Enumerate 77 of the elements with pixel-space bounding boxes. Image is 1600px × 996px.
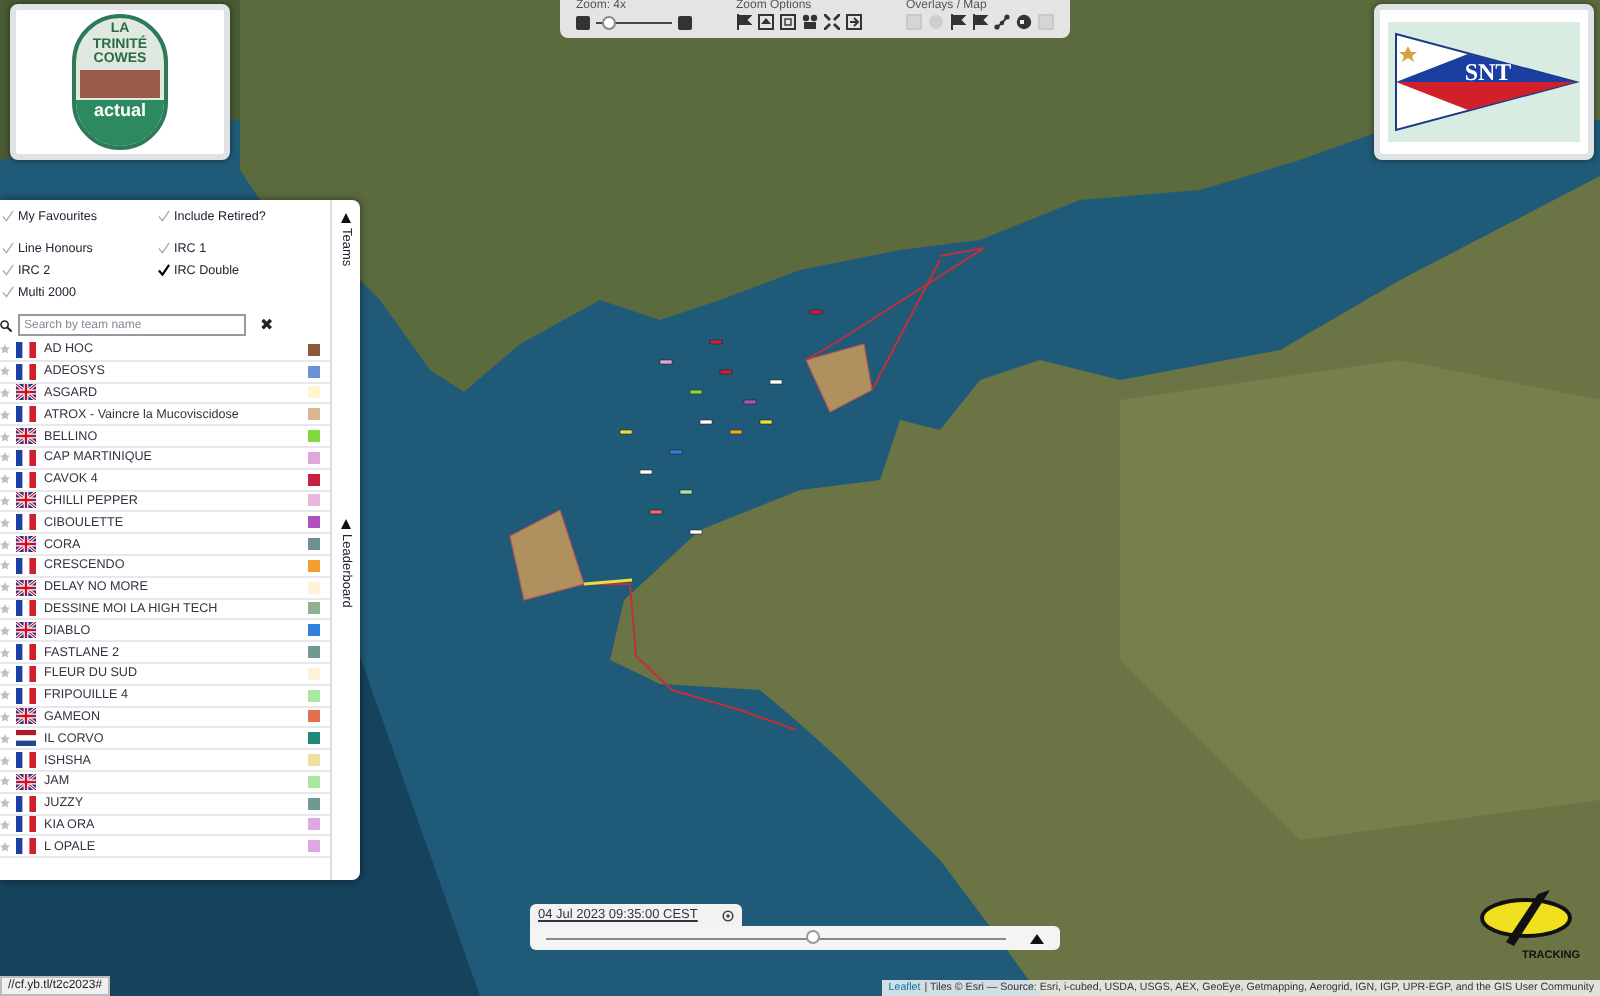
flag-icon: [16, 665, 36, 682]
star-icon[interactable]: [0, 798, 10, 809]
flag-icon[interactable]: [736, 14, 752, 30]
triangle-icon: [340, 518, 352, 531]
checkmark-icon[interactable]: [2, 242, 14, 254]
flag-icon: [16, 406, 36, 423]
flag-icon: [16, 708, 36, 725]
flag-icon: [16, 622, 36, 639]
zoom-box-icon[interactable]: [780, 14, 796, 30]
flag-icon: [16, 492, 36, 509]
star-icon[interactable]: [0, 452, 10, 463]
flag-icon: [16, 514, 36, 531]
star-icon[interactable]: [0, 647, 10, 658]
play-icon[interactable]: [1030, 933, 1044, 943]
star-icon[interactable]: [0, 603, 10, 614]
flag-icon: [16, 687, 36, 704]
square-icon[interactable]: [1038, 14, 1054, 30]
star-icon[interactable]: [0, 819, 10, 830]
star-icon[interactable]: [0, 409, 10, 420]
flag-icon: [16, 579, 36, 596]
flag-icon: [16, 471, 36, 488]
star-icon[interactable]: [0, 517, 10, 528]
star-icon[interactable]: [0, 431, 10, 442]
checkmark-icon[interactable]: [158, 210, 170, 222]
checkmark-icon[interactable]: [158, 242, 170, 254]
checkmark-icon[interactable]: [2, 210, 14, 222]
flag-icon: [16, 341, 36, 358]
flag-icon: [16, 600, 36, 617]
star-icon[interactable]: [0, 841, 10, 852]
square-icon[interactable]: [906, 14, 922, 30]
star-icon[interactable]: [0, 474, 10, 485]
flag-icon: [16, 557, 36, 574]
star-icon[interactable]: [0, 668, 10, 679]
flag-icon: [16, 752, 36, 769]
network-icon[interactable]: [994, 14, 1010, 30]
search-icon: [0, 319, 12, 331]
star-icon[interactable]: [0, 582, 10, 593]
star-icon[interactable]: [0, 560, 10, 571]
zoom-out-button[interactable]: [576, 15, 590, 29]
checkmark-icon[interactable]: [2, 286, 14, 298]
flag-icon: [16, 773, 36, 790]
star-icon[interactable]: [0, 539, 10, 550]
star-icon[interactable]: [0, 366, 10, 377]
star-icon[interactable]: [0, 755, 10, 766]
flag-icon: [16, 730, 36, 747]
clear-search-button[interactable]: ✖: [260, 316, 274, 334]
flag-icon: [16, 449, 36, 466]
star-icon[interactable]: [0, 776, 10, 787]
fullscreen-icon[interactable]: [824, 14, 840, 30]
clock-icon[interactable]: [722, 909, 734, 921]
triangle-icon: [340, 212, 352, 224]
star-icon[interactable]: [0, 711, 10, 722]
zoom-slider-thumb[interactable]: [601, 15, 616, 29]
star-icon[interactable]: [0, 495, 10, 506]
flag-icon: [16, 536, 36, 553]
checkmark-icon[interactable]: [158, 264, 170, 276]
timeline-thumb[interactable]: [805, 930, 820, 944]
pennant-logo: SNT: [1388, 22, 1580, 142]
flag-icon: [16, 795, 36, 812]
group-icon[interactable]: [802, 14, 818, 30]
star-icon[interactable]: [0, 344, 10, 355]
flag-icon: [16, 838, 36, 855]
zoom-in-button[interactable]: [678, 15, 692, 29]
flag-icon: [16, 428, 36, 445]
star-icon[interactable]: [0, 733, 10, 744]
flag-icon: [16, 644, 36, 661]
exit-icon[interactable]: [846, 14, 862, 30]
star-icon[interactable]: [0, 690, 10, 701]
star-icon[interactable]: [0, 387, 10, 398]
flag-icon: [16, 816, 36, 833]
flag-icon[interactable]: [950, 14, 966, 30]
tracking-logo-icon: [1478, 886, 1574, 950]
checkmark-icon[interactable]: [2, 264, 14, 276]
flag-icon[interactable]: [972, 14, 988, 30]
star-icon[interactable]: [0, 625, 10, 636]
flag-icon: [16, 384, 36, 401]
flag-icon: [16, 363, 36, 380]
